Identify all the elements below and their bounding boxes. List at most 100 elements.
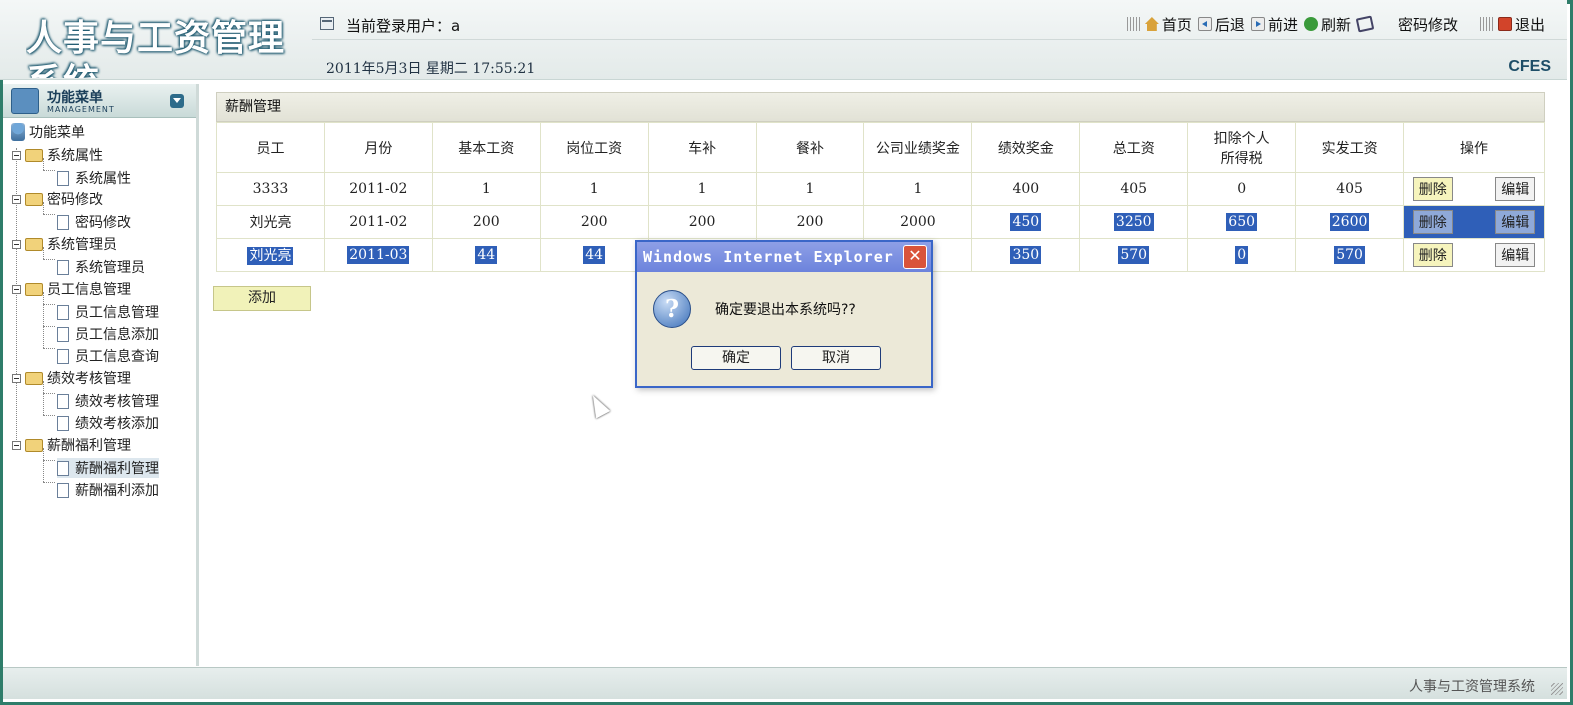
tree-connector: [43, 348, 55, 349]
sidebar-item-salary-add[interactable]: 薪酬福利添加: [57, 480, 159, 500]
delete-button[interactable]: 删除: [1412, 210, 1453, 234]
table-cell: 1: [431, 172, 541, 206]
tree-group-label: 系统属性: [47, 148, 103, 164]
confirm-dialog: Windows Internet Explorer ✕ ? 确定要退出本系统吗?…: [635, 240, 933, 388]
nav-refresh-label: 刷新: [1320, 15, 1351, 34]
edit-password-icon: [1355, 15, 1375, 33]
collapse-icon[interactable]: [12, 194, 21, 204]
tree-group-password[interactable]: 密码修改: [12, 189, 103, 209]
collapse-menu-icon[interactable]: [170, 94, 184, 108]
collapse-icon[interactable]: [12, 150, 21, 160]
sidebar-item-performance-manage[interactable]: 绩效考核管理: [57, 391, 159, 411]
current-datetime: 2011年5月3日 星期二 17:55:21: [326, 61, 536, 77]
nav-change-password-label: 密码修改: [1397, 15, 1458, 34]
nav-change-password[interactable]: 密码修改: [1355, 14, 1470, 35]
top-bar: 当前登录用户：a 首页 后退 前进 刷新 密码修改 退出: [312, 8, 1567, 40]
column-header: 操作: [1403, 122, 1545, 173]
nav-home-label: 首页: [1161, 15, 1192, 34]
edit-button[interactable]: 编辑: [1495, 243, 1536, 267]
tree-group-salary[interactable]: 薪酬福利管理: [12, 435, 131, 455]
menu-header-subtitle: MANAGEMENT: [47, 105, 115, 114]
nav-back-label: 后退: [1214, 15, 1245, 34]
table-cell: 0: [1187, 172, 1297, 206]
column-header: 扣除个人所得税: [1187, 122, 1297, 173]
tree-group-admin[interactable]: 系统管理员: [12, 234, 117, 254]
tree-connector: [43, 170, 55, 171]
sidebar-item-label: 系统属性: [75, 171, 131, 187]
table-cell: 650: [1187, 205, 1297, 239]
column-header: 岗位工资: [539, 122, 649, 173]
home-icon: [1144, 17, 1159, 31]
tree-group-system-props[interactable]: 系统属性: [12, 145, 103, 165]
sidebar-item-label: 绩效考核管理: [75, 394, 159, 410]
table-cell: 2011-03: [323, 238, 433, 272]
table-cell: 450: [971, 205, 1081, 239]
sidebar-item-admin[interactable]: 系统管理员: [57, 257, 145, 277]
question-icon: ?: [653, 290, 691, 328]
add-button[interactable]: 添加: [213, 286, 311, 311]
nav-separator: [1479, 17, 1494, 31]
edit-button[interactable]: 编辑: [1495, 177, 1536, 201]
resize-grip-icon[interactable]: [1551, 683, 1563, 695]
tree-connector: [43, 381, 44, 415]
tree-group-label: 系统管理员: [47, 237, 117, 253]
collapse-icon[interactable]: [12, 239, 21, 249]
sidebar-item-label: 员工信息管理: [75, 305, 159, 321]
table-cell: 405: [1295, 172, 1405, 206]
sidebar-item-label: 员工信息添加: [75, 327, 159, 343]
table-cell: 1: [863, 172, 973, 206]
selected-text: 570: [1118, 246, 1150, 264]
page-icon: [57, 326, 69, 342]
collapse-icon[interactable]: [12, 284, 21, 294]
table-cell: 2000: [863, 205, 973, 239]
nav-home[interactable]: 首页: [1144, 14, 1192, 35]
sidebar-item-employee-query[interactable]: 员工信息查询: [57, 346, 159, 366]
sidebar-item-salary-manage[interactable]: 薪酬福利管理: [57, 458, 159, 478]
tree-group-employee[interactable]: 员工信息管理: [12, 279, 131, 299]
selected-text: 650: [1226, 213, 1258, 231]
tree-root[interactable]: 功能菜单: [11, 122, 85, 142]
sidebar-item-employee-add[interactable]: 员工信息添加: [57, 324, 159, 344]
table-cell: 3250: [1079, 205, 1189, 239]
sidebar-item-password[interactable]: 密码修改: [57, 212, 131, 232]
table-cell-actions: 删除 编辑: [1403, 172, 1545, 206]
panel-title: 薪酬管理: [216, 92, 1545, 122]
folder-icon: [25, 237, 43, 251]
dialog-titlebar[interactable]: Windows Internet Explorer ✕: [637, 242, 931, 272]
cancel-button[interactable]: 取消: [791, 346, 881, 370]
page-icon: [57, 415, 69, 431]
selected-text: 44: [583, 246, 606, 264]
column-header: 员工: [216, 122, 325, 173]
tree-root-label: 功能菜单: [29, 125, 85, 141]
delete-button[interactable]: 删除: [1412, 243, 1453, 267]
sidebar-item-system-props[interactable]: 系统属性: [57, 168, 131, 188]
refresh-icon: [1303, 17, 1318, 31]
delete-button[interactable]: 删除: [1412, 177, 1453, 201]
tree-group-label: 绩效考核管理: [47, 371, 131, 387]
table-row: 3333 2011-02 1 1 1 1 1 400 405 0 405 删除 …: [216, 172, 1545, 206]
edit-button[interactable]: 编辑: [1495, 210, 1536, 234]
nav-logout[interactable]: 退出: [1497, 14, 1545, 35]
collapse-icon[interactable]: [12, 373, 21, 383]
nav-forward[interactable]: 前进: [1250, 14, 1298, 35]
tree-connector: [43, 393, 55, 394]
ok-button[interactable]: 确定: [691, 346, 781, 370]
selected-text: 44: [475, 246, 498, 264]
nav-back[interactable]: 后退: [1197, 14, 1245, 35]
tree-connector: [43, 326, 55, 327]
page-icon: [57, 304, 69, 320]
tree-group-performance[interactable]: 绩效考核管理: [12, 368, 131, 388]
sidebar-item-employee-manage[interactable]: 员工信息管理: [57, 302, 159, 322]
nav-refresh[interactable]: 刷新: [1303, 14, 1351, 35]
tree-group-label: 薪酬福利管理: [47, 438, 131, 454]
sidebar-item-label: 薪酬福利管理: [75, 461, 159, 477]
column-header: 实发工资: [1295, 122, 1405, 173]
table-cell: 405: [1079, 172, 1189, 206]
table-cell: 1: [755, 172, 865, 206]
logout-icon: [1497, 17, 1512, 31]
sidebar-item-performance-add[interactable]: 绩效考核添加: [57, 413, 159, 433]
tree-group-label: 密码修改: [47, 192, 103, 208]
close-icon[interactable]: ✕: [903, 245, 927, 269]
table-cell: 570: [1295, 238, 1405, 272]
collapse-icon[interactable]: [12, 440, 21, 450]
